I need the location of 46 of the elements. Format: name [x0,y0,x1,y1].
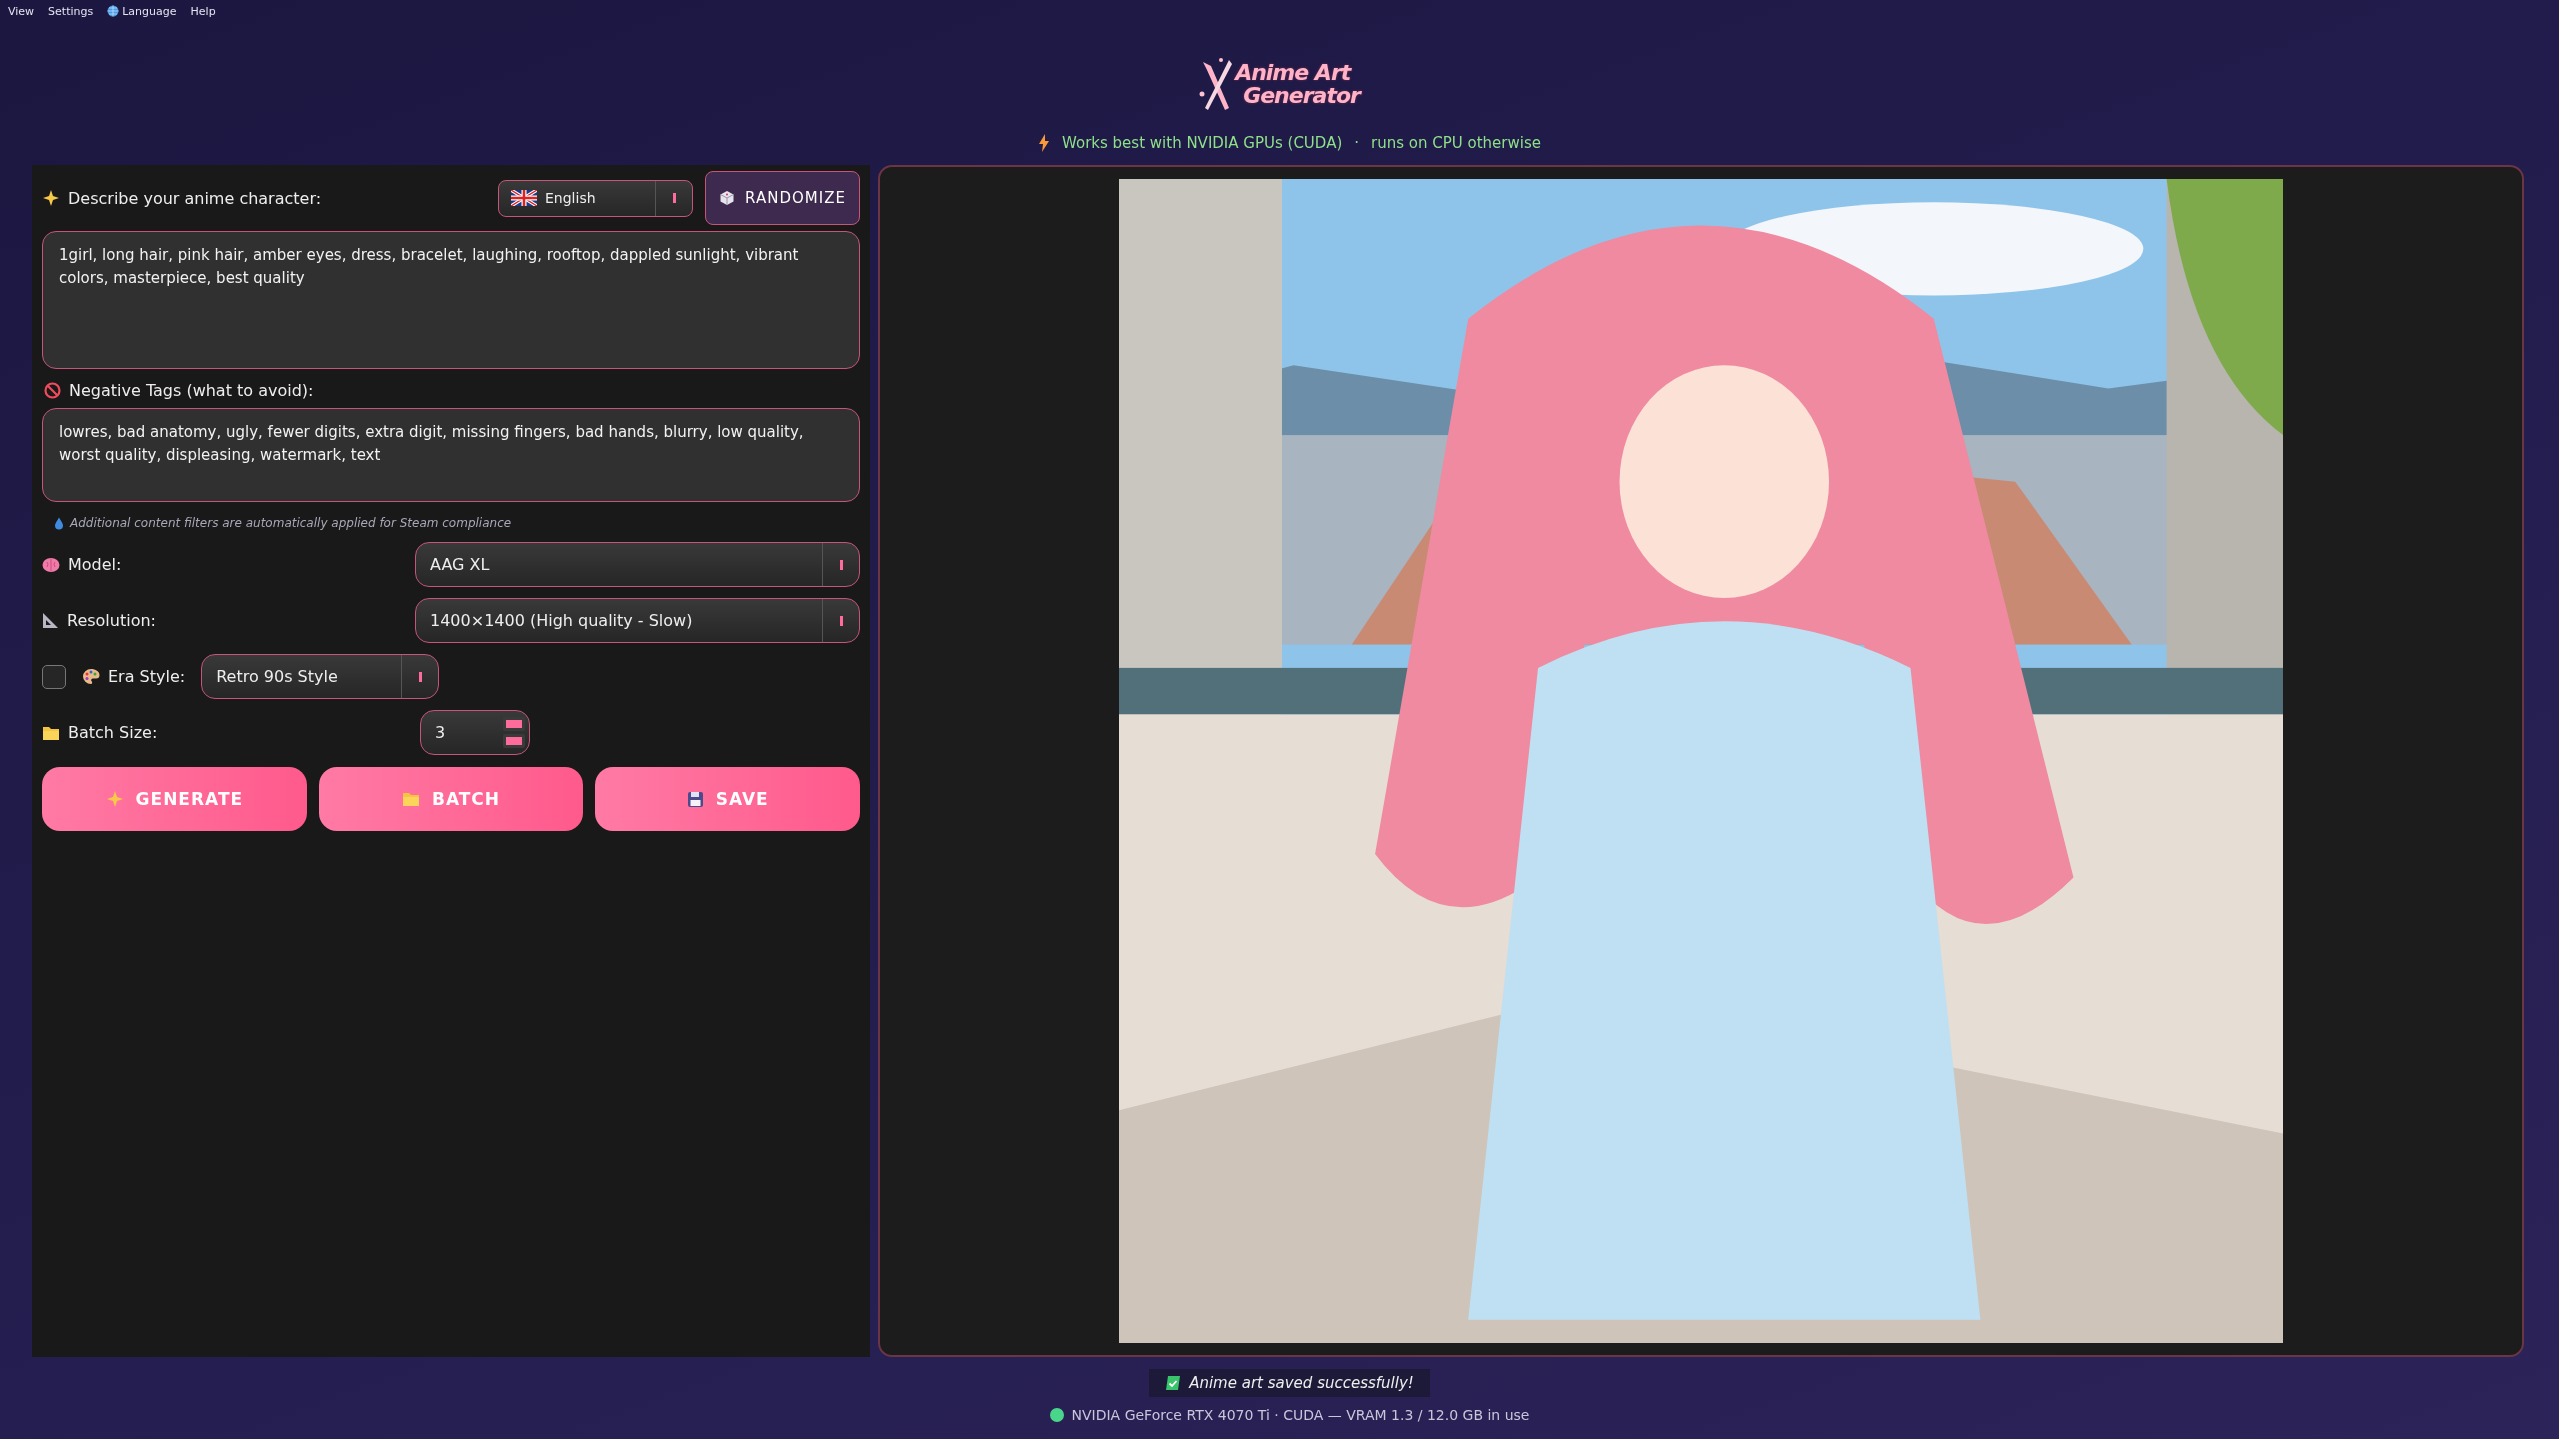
menu-item[interactable]: Settings [48,4,94,18]
drop-icon [54,516,64,530]
dropdown-indicator-icon [839,615,843,626]
filter-note: Additional content filters are automatically applied for Steam compliance [70,516,512,530]
uk-flag-icon [511,190,537,206]
negative-tags-field[interactable]: lowres, bad anatomy, ugly, fewer digits, extra digit, missing fingers, bad hands, blurry, low quality, worst quality, displeasing, watermark, text [42,408,860,502]
checkbox[interactable] [42,664,66,689]
dropdown[interactable]: AAG XL [415,542,860,587]
dropdown-indicator-icon [839,559,843,570]
prompt-label: Describe your anime character: [68,188,322,208]
no-entry-icon [44,382,61,399]
folder-icon [401,791,420,807]
toast-message: Anime art saved successfully! [1189,1374,1414,1392]
menu-item[interactable]: Help [190,4,216,18]
checkmark-icon [1165,1375,1182,1391]
increment-button[interactable] [503,717,525,731]
dropdown-indicator-icon [418,671,422,682]
lightning-icon [1038,134,1051,152]
app-logo: Anime Art Generator [1199,48,1360,120]
triangle-ruler-icon [42,612,59,629]
setting-label: Batch Size: [68,723,158,742]
dropdown-indicator-icon [672,193,676,203]
menu-item[interactable]: View [8,4,35,18]
setting-label: Model: [68,555,122,574]
sparkle-icon [42,189,60,207]
language-dropdown[interactable]: English [498,179,693,217]
dropdown[interactable]: Retro 90s Style [201,654,440,699]
setting-label: Resolution: [67,611,156,630]
palette-icon [82,668,100,685]
cpu-notice: runs on CPU otherwise [1371,134,1541,152]
prompt-field[interactable]: 1girl, long hair, pink hair, amber eyes, dress, bracelet, laughing, rooftop, dappled sunlight, vibrant colors, masterpiece, best quality [42,231,860,369]
status-dot-icon [1049,1408,1064,1422]
globe-icon [107,5,120,17]
menu-item[interactable]: Language [107,4,177,18]
separator-dot: · [1354,134,1360,152]
brain-icon [42,556,60,573]
dice-icon [719,190,736,206]
negative-tags-label: Negative Tags (what to avoid): [69,381,314,400]
randomize-button[interactable]: RANDOMIZE [705,171,860,225]
decrement-button[interactable] [503,734,525,748]
gpu-notice: Works best with NVIDIA GPUs (CUDA) [1062,134,1343,152]
folder-icon [42,724,60,741]
setting-label: Era Style: [108,667,186,686]
batch-size-spinbox[interactable]: 3 [420,710,530,755]
dropdown[interactable]: 1400×1400 (High quality - Slow) [415,598,860,643]
gpu-status: NVIDIA GeForce RTX 4070 Ti · CUDA — VRAM 1.3 / 12.0 GB in use [1071,1407,1530,1423]
